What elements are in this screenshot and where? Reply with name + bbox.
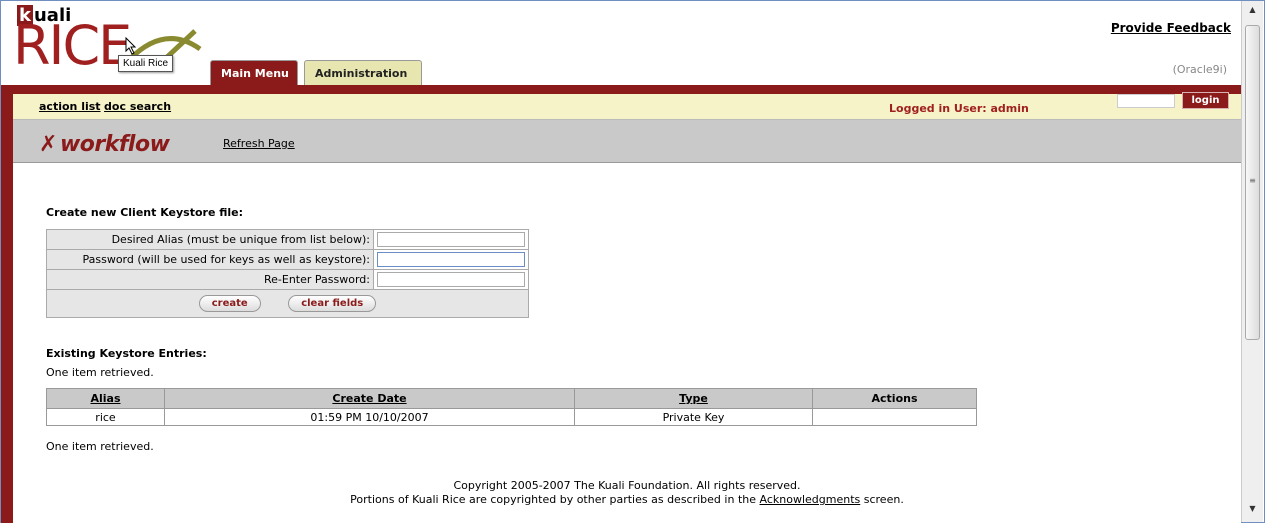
sort-alias-link[interactable]: Alias [90,392,120,405]
logged-in-user: Logged in User: admin [889,102,1029,115]
reenter-password-field[interactable] [377,272,525,287]
header: k uali RICE Kuali Rice Main Menu Administ… [1,1,1241,85]
items-retrieved-bottom: One item retrieved. [46,440,154,453]
action-bar: action list doc search Logged in User: a… [13,94,1241,120]
rice-wordmark: RICE [13,14,132,77]
col-create-date[interactable]: Create Date [164,388,575,409]
nav-links: action list doc search [39,100,171,113]
scroll-grip-icon: ≡ [1249,176,1256,185]
alias-label: Desired Alias (must be unique from list … [46,229,374,250]
table-header-row: Alias Create Date Type Actions [46,388,977,409]
clear-fields-button[interactable]: clear fields [288,295,377,312]
vertical-scrollbar[interactable]: ▲ ≡ ▼ [1241,1,1263,522]
create-keystore-form: Desired Alias (must be unique from list … [46,229,529,318]
scroll-down-icon[interactable]: ▼ [1245,504,1260,518]
main-content: Create new Client Keystore file: Desired… [13,163,1241,523]
col-actions: Actions [812,388,977,409]
password-field[interactable] [377,252,525,267]
form-row: Re-Enter Password: [46,269,529,290]
alias-field[interactable] [377,232,525,247]
database-label: (Oracle9i) [1172,63,1227,76]
footer: Copyright 2005-2007 The Kuali Foundation… [13,479,1241,507]
logo-tooltip: Kuali Rice [118,55,174,72]
tab-administration[interactable]: Administration [304,60,422,85]
provide-feedback-link[interactable]: Provide Feedback [1111,21,1231,35]
cell-actions [812,408,977,426]
form-row: Password (will be used for keys as well … [46,249,529,270]
login-input[interactable] [1117,94,1175,108]
copyright-line: Copyright 2005-2007 The Kuali Foundation… [453,479,801,492]
ack-suffix: screen. [860,493,904,506]
cell-type: Private Key [574,408,813,426]
existing-entries-title: Existing Keystore Entries: [46,347,207,360]
acknowledgments-link[interactable]: Acknowledgments [760,493,861,506]
create-keystore-title: Create new Client Keystore file: [46,206,244,219]
workflow-title-text: workflow [59,132,170,157]
sort-create-date-link[interactable]: Create Date [332,392,406,405]
tab-main-menu[interactable]: Main Menu [210,60,298,85]
create-button[interactable]: create [198,295,261,312]
cell-alias: rice [46,408,165,426]
login-button[interactable]: login [1182,92,1229,109]
doc-search-link[interactable]: doc search [104,100,171,113]
alias-cell [373,229,529,250]
scroll-thumb[interactable]: ≡ [1245,25,1260,340]
table-row: rice 01:59 PM 10/10/2007 Private Key [46,408,977,426]
workflow-x-icon: ✗ [39,132,57,157]
col-type[interactable]: Type [574,388,813,409]
keystore-table: Alias Create Date Type Actions rice 01:5… [46,388,977,426]
cursor-arrow-icon [125,37,137,55]
items-retrieved-top: One item retrieved. [46,366,154,379]
acknowledgments-line: Portions of Kuali Rice are copyrighted b… [13,493,1241,507]
password-label: Password (will be used for keys as well … [46,249,374,270]
workflow-title: ✗ workflow [39,132,170,157]
workflow-bar: ✗ workflow Refresh Page [13,120,1241,163]
cell-create-date: 01:59 PM 10/10/2007 [164,408,575,426]
password-cell [373,249,529,270]
action-list-link[interactable]: action list [39,100,101,113]
sort-type-link[interactable]: Type [679,392,708,405]
kuali-rice-logo[interactable]: k uali RICE [13,5,213,85]
refresh-page-link[interactable]: Refresh Page [223,137,295,150]
ack-prefix: Portions of Kuali Rice are copyrighted b… [350,493,760,506]
form-buttons: create clear fields [46,289,529,318]
col-alias[interactable]: Alias [46,388,165,409]
form-row: Desired Alias (must be unique from list … [46,229,529,250]
reenter-password-label: Re-Enter Password: [46,269,374,290]
reenter-cell [373,269,529,290]
form-buttons-row: create clear fields [46,289,529,318]
scroll-up-icon[interactable]: ▲ [1245,5,1260,19]
